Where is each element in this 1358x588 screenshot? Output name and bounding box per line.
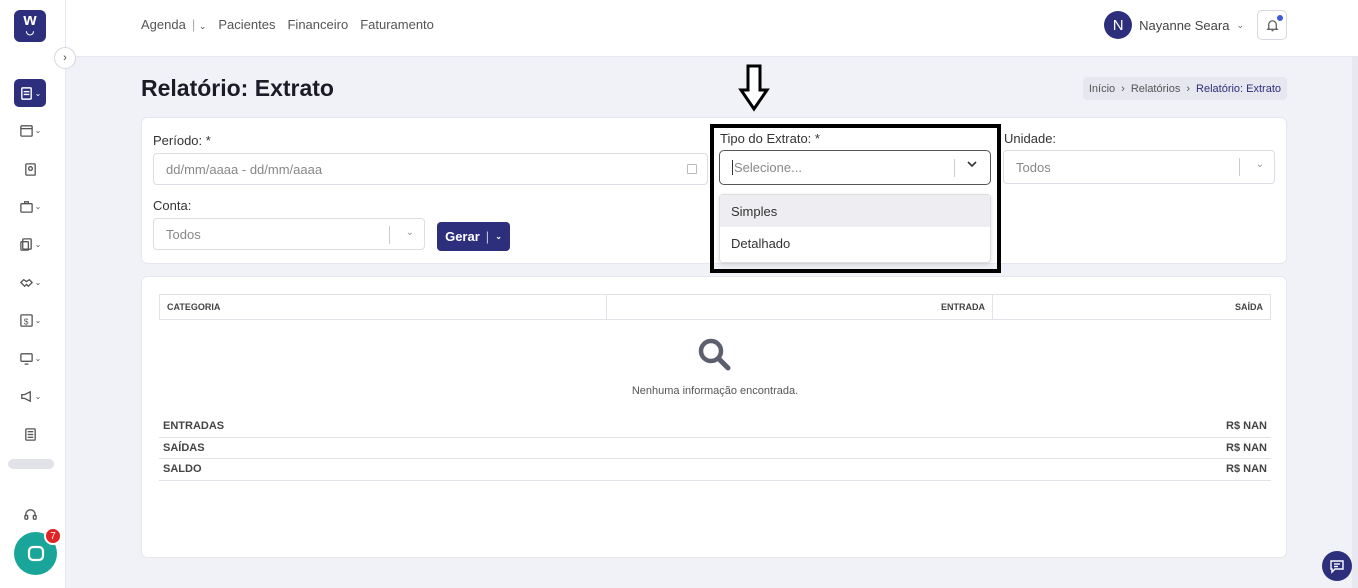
conta-value: Todos bbox=[166, 226, 201, 242]
app-logo[interactable]: w ◡ bbox=[14, 10, 46, 42]
notification-bell-icon[interactable] bbox=[1257, 10, 1287, 40]
breadcrumb: Início › Relatórios › Relatório: Extrato bbox=[1082, 77, 1287, 100]
breadcrumb-current: Relatório: Extrato bbox=[1196, 82, 1281, 95]
report-table-card: CATEGORIA ENTRADA SAÍDA Nenhuma informaç… bbox=[141, 276, 1287, 558]
tipo-placeholder: Selecione... bbox=[732, 160, 802, 175]
table-row: ENTRADAS R$ NAN bbox=[159, 416, 1271, 438]
headset-icon[interactable] bbox=[14, 500, 46, 528]
top-nav: Agenda | ⌄ Pacientes Financeiro Faturame… bbox=[141, 17, 434, 32]
search-icon bbox=[698, 338, 731, 371]
table-row: SALDO R$ NAN bbox=[159, 459, 1271, 481]
top-bar: Agenda | ⌄ Pacientes Financeiro Faturame… bbox=[66, 0, 1358, 57]
unidade-label: Unidade: bbox=[1004, 131, 1057, 146]
chat-badge: 7 bbox=[44, 527, 62, 545]
conta-select[interactable]: Todos ⌄ bbox=[153, 218, 425, 250]
option-detalhado[interactable]: Detalhado bbox=[720, 227, 990, 259]
total-value: R$ NAN bbox=[1226, 463, 1267, 476]
breadcrumb-relatorios[interactable]: Relatórios bbox=[1131, 83, 1181, 95]
user-menu[interactable]: N Nayanne Seara ⌄ bbox=[1104, 11, 1244, 39]
patient-badge-icon[interactable] bbox=[14, 155, 46, 183]
table-header: CATEGORIA ENTRADA SAÍDA bbox=[159, 294, 1271, 320]
button-separator: | bbox=[485, 229, 490, 244]
periodo-placeholder: dd/mm/aaaa - dd/mm/aaaa bbox=[166, 161, 323, 177]
tipo-extrato-dropdown: Simples Detalhado bbox=[719, 194, 991, 263]
page-scrollbar[interactable] bbox=[1352, 57, 1358, 588]
chevron-down-icon: ⌄ bbox=[1236, 19, 1244, 30]
totals: ENTRADAS R$ NAN SAÍDAS R$ NAN SALDO R$ N… bbox=[159, 416, 1271, 481]
medical-bag-icon[interactable]: ⌄ bbox=[14, 192, 46, 220]
select-divider bbox=[1239, 158, 1240, 176]
unidade-select[interactable]: Todos ⌄ bbox=[1003, 150, 1275, 184]
calendar-icon[interactable]: ⌄ bbox=[14, 116, 46, 144]
nav-agenda[interactable]: Agenda bbox=[141, 17, 186, 32]
total-label: ENTRADAS bbox=[163, 420, 225, 433]
periodo-date-range-input[interactable]: dd/mm/aaaa - dd/mm/aaaa bbox=[153, 153, 708, 185]
gerar-label: Gerar bbox=[445, 229, 480, 244]
gerar-button[interactable]: Gerar | ⌄ bbox=[437, 222, 510, 251]
total-value: R$ NAN bbox=[1226, 441, 1267, 454]
svg-text:$: $ bbox=[23, 316, 28, 326]
tipo-extrato-label: Tipo do Extrato: * bbox=[720, 131, 820, 146]
avatar: N bbox=[1104, 11, 1133, 39]
chevron-down-icon: ⌄ bbox=[1255, 159, 1264, 170]
breadcrumb-inicio[interactable]: Início bbox=[1089, 83, 1115, 95]
tipo-extrato-select[interactable]: Selecione... bbox=[719, 150, 991, 185]
chevron-down-icon[interactable]: ⌄ bbox=[495, 232, 502, 241]
monitor-icon[interactable]: ⌄ bbox=[14, 344, 46, 372]
megaphone-icon[interactable]: ⌄ bbox=[14, 382, 46, 410]
finance-dollar-icon[interactable]: $ ⌄ bbox=[14, 306, 46, 334]
documents-icon[interactable]: ⌄ bbox=[14, 230, 46, 258]
column-saida[interactable]: SAÍDA bbox=[993, 295, 1270, 319]
chevron-right-icon: › bbox=[1186, 82, 1191, 95]
sidebar: w ◡ ⌄ ⌄ ⌄ ⌄ ⌄ $ ⌄ ⌄ ⌄ bbox=[0, 0, 66, 588]
sidebar-toggle-chevron-icon[interactable]: › bbox=[54, 47, 76, 69]
chevron-right-icon: › bbox=[1121, 82, 1125, 95]
reports-menu-icon[interactable]: ⌄ bbox=[14, 79, 46, 107]
handshake-icon[interactable]: ⌄ bbox=[14, 268, 46, 296]
empty-state-text: Nenhuma informação encontrada. bbox=[631, 385, 799, 397]
total-label: SALDO bbox=[163, 463, 202, 476]
total-label: SAÍDAS bbox=[163, 441, 205, 454]
periodo-label: Período: * bbox=[153, 133, 211, 148]
notification-dot bbox=[1277, 15, 1283, 21]
column-categoria[interactable]: CATEGORIA bbox=[160, 295, 607, 319]
nav-faturamento[interactable]: Faturamento bbox=[360, 17, 434, 32]
nav-agenda-dropdown[interactable]: | ⌄ bbox=[188, 17, 207, 32]
select-divider bbox=[389, 226, 390, 244]
total-value: R$ NAN bbox=[1226, 420, 1267, 433]
select-divider bbox=[954, 159, 955, 177]
option-simples[interactable]: Simples bbox=[720, 195, 990, 227]
sidebar-scrollbar[interactable] bbox=[8, 459, 54, 469]
calendar-icon bbox=[687, 164, 697, 174]
conta-label: Conta: bbox=[153, 198, 192, 213]
chevron-down-icon bbox=[966, 158, 978, 173]
chevron-down-icon: ⌄ bbox=[405, 227, 414, 238]
column-entrada[interactable]: ENTRADA bbox=[607, 295, 993, 319]
news-icon[interactable] bbox=[14, 420, 46, 448]
page-title: Relatório: Extrato bbox=[141, 75, 334, 101]
user-name: Nayanne Seara bbox=[1139, 17, 1230, 33]
unidade-value: Todos bbox=[1016, 159, 1051, 175]
support-chat-icon[interactable] bbox=[1322, 551, 1352, 581]
table-row: SAÍDAS R$ NAN bbox=[159, 438, 1271, 459]
nav-financeiro[interactable]: Financeiro bbox=[287, 17, 348, 32]
annotation-down-arrow-icon bbox=[738, 64, 770, 112]
nav-pacientes[interactable]: Pacientes bbox=[218, 17, 275, 32]
